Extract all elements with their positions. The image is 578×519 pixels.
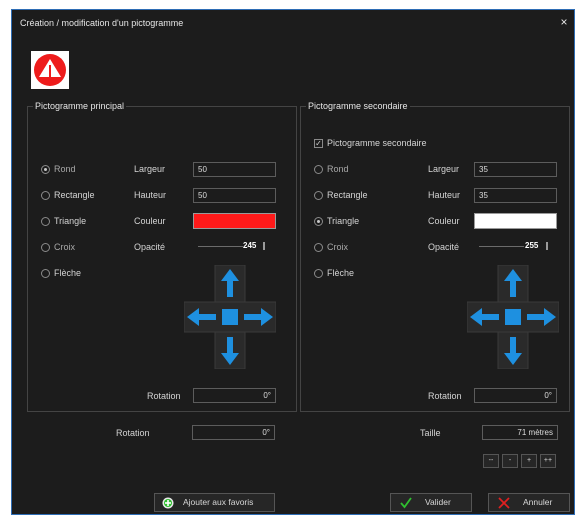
cancel-button[interactable]: Annuler (488, 493, 570, 512)
ok-button[interactable]: Valider (390, 493, 472, 512)
opacity-slider-handle[interactable] (263, 242, 265, 250)
arrow-pad-icon[interactable] (467, 265, 559, 369)
radio-button[interactable] (41, 269, 50, 278)
size-increase-large-button[interactable]: ++ (540, 454, 556, 468)
radio-button[interactable] (314, 243, 323, 252)
shape-option-label: Flèche (54, 268, 82, 278)
opacity-value: 255 (525, 241, 539, 250)
radio-button[interactable] (314, 165, 323, 174)
radio-button[interactable] (41, 243, 50, 252)
opacity-label: Opacité (428, 242, 460, 252)
shape-option-label: Rectangle (327, 190, 368, 200)
primary-group: Pictogramme principal Rond Rectangle Tri… (27, 101, 297, 412)
dialog-window: Création / modification d'un pictogramme… (11, 9, 575, 515)
arrow-pad-icon[interactable] (184, 265, 276, 369)
color-label: Couleur (134, 216, 166, 226)
opacity-label: Opacité (134, 242, 166, 252)
opacity-value: 245 (243, 241, 257, 250)
checkbox[interactable]: ✓ (314, 139, 323, 148)
size-increase-button[interactable]: + (521, 454, 537, 468)
shape-option-label: Triangle (54, 216, 87, 226)
secondary-group: Pictogramme secondaire ✓ Pictogramme sec… (300, 101, 570, 412)
shape-option-label: Rond (54, 164, 76, 174)
window-title: Création / modification d'un pictogramme (20, 18, 184, 28)
rotation-label: Rotation (428, 391, 462, 401)
cancel-label: Annuler (523, 497, 553, 507)
width-label: Largeur (134, 164, 166, 174)
rotation-label: Rotation (147, 391, 181, 401)
radio-button[interactable] (41, 217, 50, 226)
primary-group-title: Pictogramme principal (33, 101, 127, 111)
secondary-group-title: Pictogramme secondaire (306, 101, 410, 111)
shape-option-label: Flèche (327, 268, 355, 278)
radio-button[interactable] (314, 191, 323, 200)
add-favorites-label: Ajouter aux favoris (183, 497, 254, 507)
size-field[interactable]: 71 mètres (482, 425, 558, 440)
size-label: Taille (420, 428, 441, 438)
color-swatch[interactable] (474, 213, 557, 229)
color-swatch[interactable] (193, 213, 276, 229)
rotation-field[interactable]: 0° (193, 388, 276, 403)
pictogram-preview (31, 51, 69, 89)
plus-circle-icon (162, 497, 174, 509)
x-icon (498, 497, 510, 509)
radio-button[interactable] (314, 269, 323, 278)
shape-option-label: Croix (327, 242, 349, 252)
height-field[interactable]: 50 (193, 188, 276, 203)
width-field[interactable]: 50 (193, 162, 276, 177)
radio-button[interactable] (314, 217, 323, 226)
height-label: Hauteur (134, 190, 167, 200)
size-decrease-large-button[interactable]: -- (483, 454, 499, 468)
title-bar: Création / modification d'un pictogramme… (12, 10, 574, 36)
color-label: Couleur (428, 216, 460, 226)
shape-option-label: Croix (54, 242, 76, 252)
shape-option-label: Rond (327, 164, 349, 174)
width-label: Largeur (428, 164, 460, 174)
red-circle-with-white-triangle-icon (34, 54, 66, 86)
check-icon (400, 497, 412, 509)
height-field[interactable]: 35 (474, 188, 557, 203)
global-rotation-label: Rotation (116, 428, 150, 438)
shape-option-label: Rectangle (54, 190, 95, 200)
size-decrease-button[interactable]: - (502, 454, 518, 468)
rotation-field[interactable]: 0° (474, 388, 557, 403)
height-label: Hauteur (428, 190, 461, 200)
secondary-enable-label: Pictogramme secondaire (327, 138, 427, 148)
ok-label: Valider (425, 497, 451, 507)
global-rotation-field[interactable]: 0° (192, 425, 275, 440)
close-icon[interactable]: × (557, 15, 571, 29)
opacity-slider-track[interactable] (198, 246, 243, 247)
opacity-slider-handle[interactable] (546, 242, 548, 250)
shape-option-label: Triangle (327, 216, 360, 226)
width-field[interactable]: 35 (474, 162, 557, 177)
add-favorites-button[interactable]: Ajouter aux favoris (154, 493, 275, 512)
radio-button[interactable] (41, 165, 50, 174)
opacity-slider-track[interactable] (479, 246, 524, 247)
radio-button[interactable] (41, 191, 50, 200)
